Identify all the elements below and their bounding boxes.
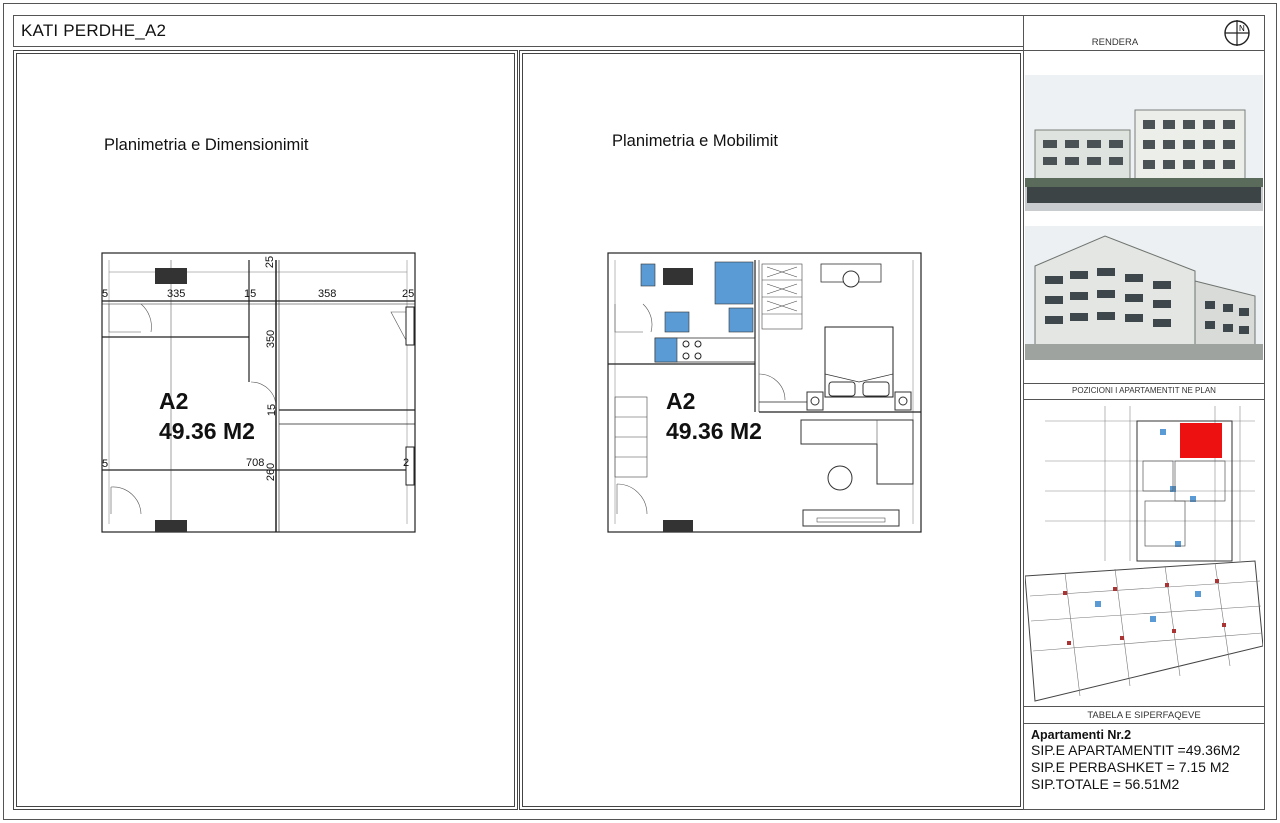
dim-708: 708 [246, 457, 265, 469]
dim-25-top: 25 [264, 255, 277, 269]
dim-5-bottom: 5 [102, 458, 109, 470]
dim-350: 350 [265, 329, 278, 349]
dim-15: 15 [244, 288, 257, 300]
dimension-plan-title: Planimetria e Dimensionimit [104, 136, 309, 154]
dim-15-vertical: 15 [266, 403, 279, 417]
dim-5-top: 5 [102, 288, 109, 300]
dimension-floor-plan [101, 252, 416, 533]
render-image-perspective [1025, 226, 1263, 360]
renders-label: RENDERA [1091, 37, 1139, 48]
area-table: Apartamenti Nr.2 SIP.E APARTAMENTIT =49.… [1031, 728, 1263, 793]
dim-260: 260 [265, 462, 278, 482]
right-unit-label: A2 49.36 M2 [666, 386, 762, 446]
apartment-number: Apartamenti Nr.2 [1031, 728, 1132, 742]
common-area: SIP.E PERBASHKET = 7.15 M2 [1031, 759, 1230, 775]
total-area: SIP.TOTALE = 56.51M2 [1031, 776, 1180, 792]
location-plan [1025, 401, 1263, 703]
dim-2-right: 2 [403, 457, 410, 469]
render-image-front [1025, 75, 1263, 211]
left-unit-name: A2 [159, 388, 189, 414]
left-unit-label: A2 49.36 M2 [159, 386, 255, 446]
dim-25-right: 25 [402, 288, 415, 300]
right-unit-area: 49.36 M2 [666, 418, 762, 444]
furniture-plan-title: Planimetria e Mobilimit [612, 132, 778, 150]
table-label: TABELA E SIPERFAQEVE [1087, 710, 1201, 721]
right-unit-name: A2 [666, 388, 696, 414]
furniture-floor-plan [607, 252, 922, 533]
sheet-title: KATI PERDHE_A2 [21, 21, 167, 40]
left-unit-area: 49.36 M2 [159, 418, 255, 444]
north-letter: N [1239, 24, 1245, 33]
apartment-highlight [1180, 423, 1222, 458]
position-label: POZICIONI I APARTAMENTIT NE PLAN [1072, 386, 1216, 395]
north-arrow-icon: N [1224, 20, 1250, 46]
dim-358: 358 [318, 288, 337, 300]
dim-335: 335 [167, 288, 186, 300]
apartment-area: SIP.E APARTAMENTIT =49.36M2 [1031, 742, 1241, 758]
